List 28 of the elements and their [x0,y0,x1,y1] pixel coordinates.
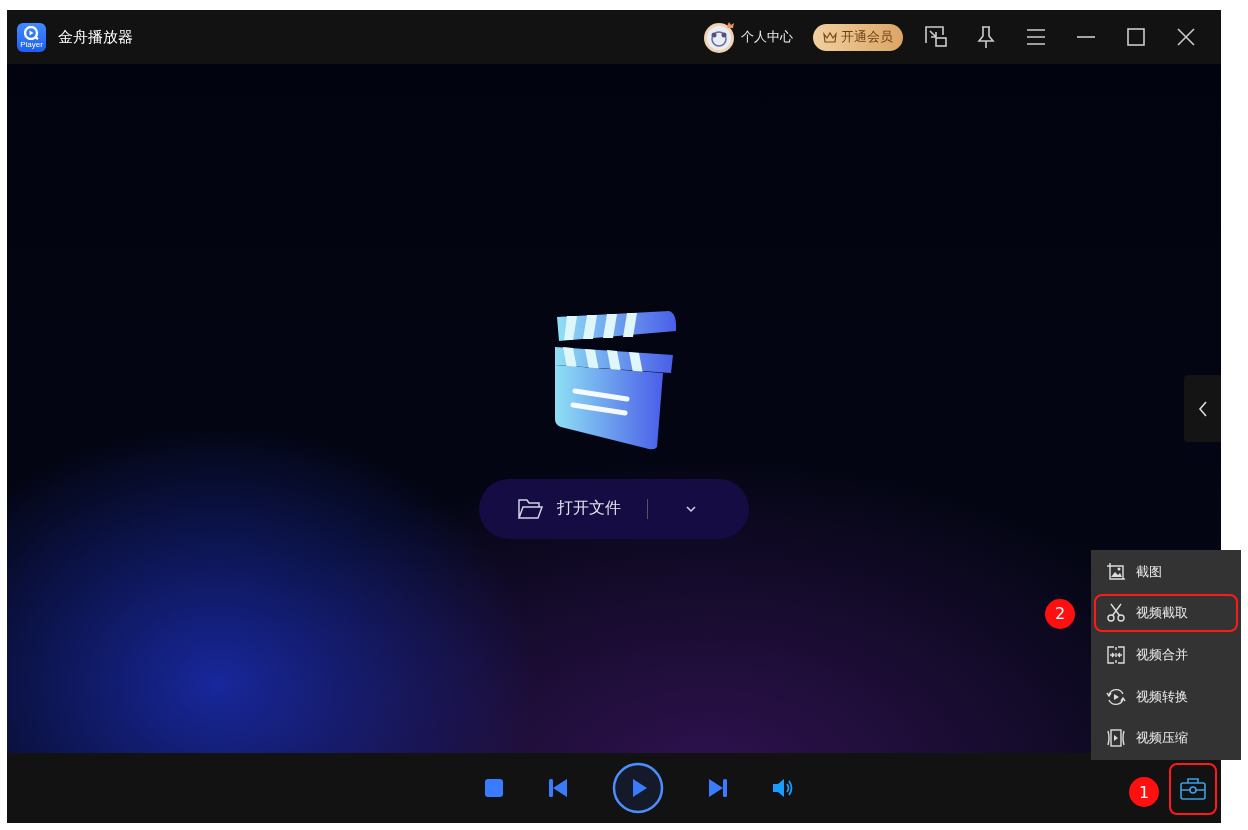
play-icon[interactable] [612,762,664,814]
logo-caption: Player [20,40,43,49]
avatar-icon [703,20,737,54]
scissors-icon [1106,603,1126,624]
image-icon [1106,561,1126,582]
stop-icon[interactable] [484,778,504,798]
dropdown-caret-icon[interactable] [684,503,698,514]
folder-icon [517,497,543,520]
next-icon[interactable] [708,778,728,798]
mini-mode-icon[interactable] [923,24,949,50]
merge-icon [1106,645,1126,665]
compress-icon [1106,728,1126,749]
crown-icon [823,31,837,43]
menu-item[interactable]: 截图 [1094,552,1238,591]
menu-item[interactable]: 视频合并 [1094,636,1238,674]
previous-icon[interactable] [548,778,568,798]
window-title: 金舟播放器 [58,27,133,47]
volume-icon[interactable] [772,778,794,798]
menu-item[interactable]: 视频转换 [1094,677,1238,716]
convert-icon [1106,686,1126,707]
step-number-badge: 1 [1129,777,1159,807]
toolbox-button[interactable] [1169,763,1217,815]
toolbox-icon [1179,777,1207,801]
vip-button[interactable]: 开通会员 [813,23,903,51]
menu-item[interactable]: 视频截取 [1094,594,1238,633]
open-file-button[interactable]: 打开文件 [517,497,621,520]
user-center-button[interactable]: 个人中心 [703,20,793,54]
menu-item[interactable]: 视频压缩 [1094,719,1238,758]
